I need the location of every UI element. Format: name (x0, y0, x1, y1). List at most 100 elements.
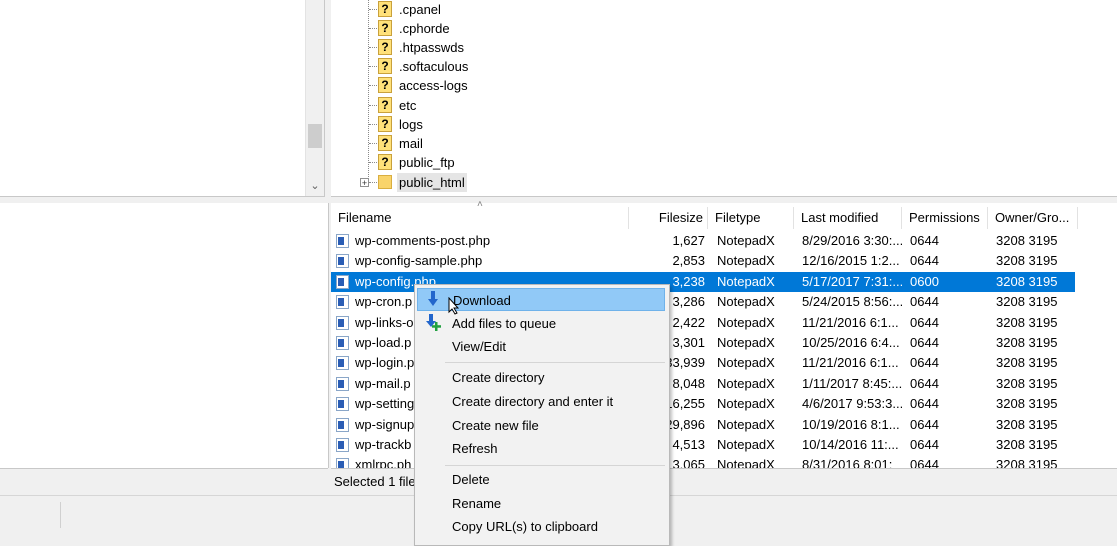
modified-cell: 5/17/2017 7:31:... (802, 274, 902, 289)
menu-item-label: Add files to queue (452, 316, 557, 331)
php-file-icon (336, 418, 349, 432)
menu-item-download[interactable]: Download (417, 288, 665, 315)
tree-item-label: .softaculous (399, 59, 469, 74)
tree-item-label: mail (399, 136, 423, 151)
menu-item-label: Download (453, 293, 511, 308)
add-to-queue-icon (426, 314, 441, 331)
filetype-cell: NotepadX (717, 396, 775, 411)
unknown-folder-icon: ? (378, 97, 392, 113)
local-directory-tree[interactable]: ⌄ (0, 0, 325, 197)
permissions-cell: 0644 (910, 355, 939, 370)
filename-cell: wp-config-sample.php (355, 253, 483, 268)
scrollbar-thumb[interactable] (308, 124, 322, 148)
filetype-cell: NotepadX (717, 437, 775, 452)
filetype-cell: NotepadX (717, 294, 775, 309)
permissions-cell: 0644 (910, 376, 939, 391)
filename-cell: wp-comments-post.php (355, 233, 491, 248)
permissions-cell: 0644 (910, 233, 939, 248)
menu-item-label: Create new file (452, 418, 539, 433)
filetype-cell: NotepadX (717, 233, 775, 248)
php-file-icon (336, 377, 349, 391)
tree-item-label: .htpasswds (399, 40, 465, 55)
permissions-cell: 0644 (910, 335, 939, 350)
filetype-cell: NotepadX (717, 315, 775, 330)
menu-item-label: Rename (452, 496, 502, 511)
column-filesize[interactable]: Filesize (629, 207, 708, 229)
php-file-icon (336, 336, 349, 350)
scroll-down-arrow-icon[interactable]: ⌄ (306, 178, 324, 195)
unknown-folder-icon: ? (378, 1, 392, 17)
owner-cell: 3208 3195 (996, 437, 1058, 452)
unknown-folder-icon: ? (378, 77, 392, 93)
menu-item-refresh[interactable]: Refresh (417, 437, 665, 460)
unknown-folder-icon: ? (378, 135, 392, 151)
menu-separator (445, 465, 665, 466)
filetype-cell: NotepadX (717, 376, 775, 391)
filetype-cell: NotepadX (717, 253, 775, 268)
permissions-cell: 0600 (910, 274, 939, 289)
unknown-folder-icon: ? (378, 20, 392, 36)
php-file-icon (336, 295, 349, 309)
owner-cell: 3208 3195 (996, 376, 1058, 391)
modified-cell: 10/25/2016 6:4... (802, 335, 900, 350)
tree-item-label: .cpanel (399, 2, 441, 17)
expand-icon[interactable]: + (360, 178, 369, 188)
local-tree-scrollbar[interactable]: ⌄ (305, 0, 324, 196)
modified-cell: 10/14/2016 11:... (802, 437, 899, 452)
modified-cell: 5/24/2015 8:56:... (802, 294, 902, 309)
table-row[interactable]: wp-config-sample.php 2,853 NotepadX 12/16/2… (331, 251, 1075, 271)
tree-item-label: etc (399, 98, 417, 113)
permissions-cell: 0644 (910, 396, 939, 411)
column-filetype[interactable]: Filetype (708, 207, 794, 229)
tree-item-label: access-logs (399, 78, 468, 93)
tree-item-label: .cphorde (399, 21, 450, 36)
modified-cell: 10/19/2016 8:1... (802, 417, 900, 432)
column-filename[interactable]: Filename (331, 207, 629, 229)
unknown-folder-icon: ? (378, 39, 392, 55)
menu-separator (445, 362, 665, 363)
menu-item-create-directory-enter[interactable]: Create directory and enter it (417, 390, 665, 413)
menu-item-create-new-file[interactable]: Create new file (417, 414, 665, 437)
folder-icon (378, 175, 392, 189)
menu-item-copy-url[interactable]: Copy URL(s) to clipboard (417, 515, 665, 538)
php-file-icon (336, 234, 349, 248)
modified-cell: 11/21/2016 6:1... (802, 355, 899, 370)
menu-item-create-directory[interactable]: Create directory (417, 366, 665, 389)
filetype-cell: NotepadX (717, 417, 775, 432)
status-text: Selected 1 file. (334, 474, 420, 489)
modified-cell: 11/21/2016 6:1... (802, 315, 899, 330)
permissions-cell: 0644 (910, 437, 939, 452)
column-last-modified[interactable]: Last modified (794, 207, 902, 229)
owner-cell: 3208 3195 (996, 274, 1058, 289)
local-status-bar (0, 468, 328, 493)
unknown-folder-icon: ? (378, 116, 392, 132)
column-permissions[interactable]: Permissions (902, 207, 988, 229)
menu-item-rename[interactable]: Rename (417, 492, 665, 515)
modified-cell: 1/11/2017 8:45:... (802, 376, 902, 391)
php-file-icon (336, 316, 349, 330)
owner-cell: 3208 3195 (996, 253, 1058, 268)
permissions-cell: 0644 (910, 417, 939, 432)
menu-item-add-to-queue[interactable]: Add files to queue (417, 312, 665, 335)
queue-tab[interactable] (0, 502, 61, 528)
menu-item-label: Refresh (452, 441, 498, 456)
column-owner-group[interactable]: Owner/Gro... (988, 207, 1078, 229)
modified-cell: 4/6/2017 9:53:3... (802, 396, 902, 411)
menu-item-label: Create directory and enter it (452, 394, 614, 409)
filetype-cell: NotepadX (717, 355, 775, 370)
context-menu: Download Add files to queue View/Edit Cr… (414, 284, 670, 546)
local-file-list[interactable] (0, 203, 329, 468)
owner-cell: 3208 3195 (996, 355, 1058, 370)
php-file-icon (336, 397, 349, 411)
owner-cell: 3208 3195 (996, 417, 1058, 432)
permissions-cell: 0644 (910, 315, 939, 330)
permissions-cell: 0644 (910, 294, 939, 309)
tree-item-label: logs (399, 117, 423, 132)
php-file-icon (336, 275, 349, 289)
owner-cell: 3208 3195 (996, 233, 1058, 248)
menu-item-label: View/Edit (452, 339, 506, 354)
table-row[interactable]: wp-comments-post.php 1,627 NotepadX 8/29/20… (331, 231, 1075, 251)
menu-item-view-edit[interactable]: View/Edit (417, 335, 665, 358)
menu-item-delete[interactable]: Delete (417, 468, 665, 491)
permissions-cell: 0644 (910, 253, 939, 268)
